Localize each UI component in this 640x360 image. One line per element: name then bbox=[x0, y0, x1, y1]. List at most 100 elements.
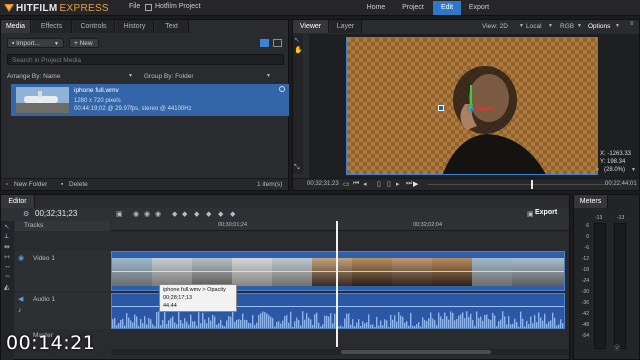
tab-project[interactable]: Project bbox=[397, 1, 429, 15]
tooltip-value: 44.44 bbox=[163, 303, 177, 309]
menu-file[interactable]: File bbox=[129, 3, 140, 10]
timecode-settings-icon[interactable]: ⚙ bbox=[23, 210, 29, 218]
x-axis-gizmo[interactable] bbox=[471, 108, 493, 110]
go-next-icon[interactable]: ◉ bbox=[155, 210, 161, 218]
grid-view-icon[interactable] bbox=[273, 39, 282, 47]
timeline-ruler[interactable]: 00;30;01;24 00;32;02;04 bbox=[111, 221, 569, 231]
waveform-bar bbox=[160, 325, 162, 328]
x-coordinate-readout: X: -1263.33 bbox=[600, 151, 632, 157]
go-stop-icon[interactable]: ◉ bbox=[144, 210, 150, 218]
gizmo-center[interactable] bbox=[467, 105, 473, 111]
tab-viewer[interactable]: Viewer bbox=[293, 20, 329, 33]
delete-button[interactable]: Delete bbox=[69, 181, 88, 188]
arrange-by-dropdown[interactable]: Arrange By: Name bbox=[7, 73, 60, 80]
panel-menu-icon[interactable]: ≡ bbox=[630, 21, 634, 27]
waveform-bar bbox=[504, 316, 506, 328]
tab-effects[interactable]: Effects bbox=[32, 20, 72, 33]
mark-out-icon[interactable]: ▯ bbox=[387, 180, 391, 188]
step-back-icon[interactable]: ◂ bbox=[363, 180, 367, 188]
arrange-chevron-icon[interactable]: ▼ bbox=[128, 73, 133, 79]
tab-export[interactable]: Export bbox=[463, 1, 495, 15]
zoom-chevron-icon[interactable]: ▼ bbox=[631, 167, 636, 173]
viewer-playhead[interactable] bbox=[531, 180, 533, 189]
export-button[interactable]: Export bbox=[535, 209, 557, 216]
waveform-bar bbox=[550, 320, 552, 328]
tab-meters[interactable]: Meters bbox=[574, 195, 608, 208]
slide-tool-icon[interactable]: ⇔ bbox=[4, 273, 11, 280]
viewer-canvas[interactable]: X: -1263.33 Y: 198.34 bbox=[309, 34, 639, 179]
waveform-bar bbox=[452, 312, 454, 328]
select-tool-icon[interactable]: ↖ bbox=[294, 36, 300, 44]
media-settings-icon[interactable] bbox=[279, 86, 285, 92]
list-view-icon[interactable] bbox=[260, 39, 269, 47]
tab-home[interactable]: Home bbox=[361, 1, 391, 15]
transform-tool-icon[interactable]: ⤡ bbox=[294, 164, 300, 172]
tooltip-title: iphone full.wmv > Opacity bbox=[163, 287, 226, 293]
audio-fx-icon[interactable]: ♪ bbox=[18, 307, 22, 314]
options-dropdown[interactable]: Options bbox=[588, 23, 610, 30]
item-count: 1 item(s) bbox=[257, 181, 283, 188]
editor-timecode[interactable]: 00;32;31;23 bbox=[35, 209, 77, 218]
keyframe-icon[interactable]: ◆ bbox=[182, 210, 187, 218]
eye-icon[interactable]: ◉ bbox=[18, 254, 24, 262]
keyframe-next-icon[interactable]: ◆ bbox=[206, 210, 211, 218]
waveform-bar bbox=[234, 321, 236, 328]
new-button[interactable]: + New bbox=[69, 38, 99, 48]
rate-tool-icon[interactable]: ◭ bbox=[4, 283, 9, 291]
anchor-point-handle[interactable] bbox=[438, 105, 444, 111]
waveform-bar bbox=[404, 322, 406, 328]
zoom-level[interactable]: (28.0%) bbox=[604, 167, 625, 173]
meter-scale-label: 6 bbox=[586, 223, 589, 229]
waveform-bar bbox=[228, 316, 230, 328]
waveform-bar bbox=[464, 318, 466, 328]
waveform-bar bbox=[370, 324, 372, 328]
select-tool-icon[interactable]: ↖ bbox=[4, 223, 10, 231]
tab-text[interactable]: Text bbox=[155, 20, 189, 33]
tab-edit[interactable]: Edit bbox=[433, 1, 461, 15]
space-dropdown[interactable]: Local bbox=[526, 23, 542, 30]
keyframe-remove-icon[interactable]: ◆ bbox=[218, 210, 223, 218]
search-input[interactable]: Search in Project Media bbox=[7, 54, 284, 65]
timeline-scrollbar[interactable] bbox=[111, 349, 569, 355]
waveform-bar bbox=[304, 319, 306, 328]
tab-history[interactable]: History bbox=[116, 20, 154, 33]
slip-tool-icon[interactable]: ↔ bbox=[4, 263, 11, 270]
view-mode-dropdown[interactable]: View: 2D bbox=[482, 23, 508, 30]
keyframe-ease-icon[interactable]: ◆ bbox=[230, 210, 235, 218]
step-forward-icon[interactable]: ▸ bbox=[396, 180, 400, 188]
import-button[interactable]: ▪ Import... ▼ bbox=[7, 38, 64, 48]
tab-media[interactable]: Media bbox=[1, 20, 31, 33]
opacity-line[interactable] bbox=[112, 271, 564, 272]
waveform-bar bbox=[130, 320, 132, 328]
hand-tool-icon[interactable]: ✋ bbox=[294, 46, 303, 54]
go-previous-icon[interactable]: ◉ bbox=[133, 210, 139, 218]
add-track-icon[interactable]: ▣ bbox=[116, 210, 123, 218]
tab-layer[interactable]: Layer bbox=[330, 20, 362, 33]
channel-dropdown[interactable]: RGB bbox=[560, 23, 574, 30]
tab-controls[interactable]: Controls bbox=[73, 20, 115, 33]
new-folder-button[interactable]: New Folder bbox=[14, 181, 47, 188]
snapshot-icon[interactable]: ▭ bbox=[343, 180, 350, 188]
goto-start-icon[interactable]: ⏮ bbox=[353, 180, 359, 188]
keyframe-add-icon[interactable]: ◆ bbox=[194, 210, 199, 218]
tab-editor[interactable]: Editor bbox=[1, 195, 35, 208]
waveform-bar bbox=[530, 316, 532, 328]
goto-end-icon[interactable]: ⏭ bbox=[406, 180, 412, 188]
menu-project-name[interactable]: Hotfilm Project bbox=[155, 3, 201, 10]
ripple-tool-icon[interactable]: ⇹ bbox=[4, 243, 10, 251]
timeline-playhead[interactable] bbox=[336, 221, 338, 347]
speaker-icon[interactable]: ◀ bbox=[18, 295, 23, 303]
mark-in-icon[interactable]: ▯ bbox=[377, 180, 381, 188]
group-chevron-icon[interactable]: ▼ bbox=[266, 73, 271, 79]
waveform-bar bbox=[560, 319, 562, 328]
slice-tool-icon[interactable]: ⟂ bbox=[4, 233, 9, 241]
scrollbar-thumb[interactable] bbox=[341, 350, 491, 354]
viewer-scrub-bar[interactable] bbox=[428, 184, 608, 185]
group-by-dropdown[interactable]: Group By: Folder bbox=[144, 73, 194, 80]
play-icon[interactable]: ▶ bbox=[413, 180, 418, 188]
media-item[interactable]: iphone full.wmv 1280 x 720 pixels 00:44:… bbox=[11, 84, 289, 116]
meter-right bbox=[614, 223, 626, 349]
waveform-bar bbox=[292, 326, 294, 328]
keyframe-prev-icon[interactable]: ◆ bbox=[172, 210, 177, 218]
roll-tool-icon[interactable]: ⇿ bbox=[4, 253, 10, 261]
